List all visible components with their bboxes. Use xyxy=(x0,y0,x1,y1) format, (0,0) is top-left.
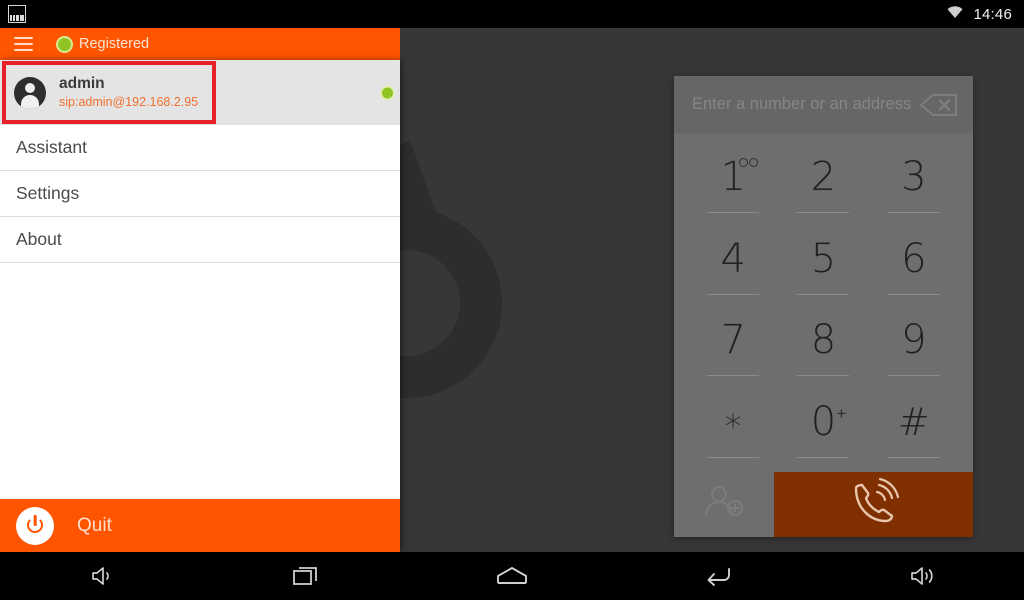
hamburger-menu-icon[interactable] xyxy=(14,37,33,51)
dialpad-key-glyph: * xyxy=(724,407,742,448)
volume-down-button[interactable] xyxy=(0,552,205,600)
quit-button[interactable]: Quit xyxy=(0,499,400,552)
sidebar-item-label: Assistant xyxy=(16,137,87,157)
sidebar-item-label: Settings xyxy=(16,183,80,203)
power-icon xyxy=(16,506,54,545)
voicemail-icon xyxy=(739,157,759,167)
dialpad-key-hash[interactable]: # xyxy=(869,386,959,468)
app-top-bar: Registered xyxy=(0,28,400,60)
dialpad-key-glyph: 0 xyxy=(810,399,837,446)
navigation-drawer: admin sip:admin@192.168.2.95 Assistant S… xyxy=(0,60,400,552)
status-bar-left-icons xyxy=(0,5,26,23)
user-avatar-icon xyxy=(14,76,46,109)
home-button[interactable] xyxy=(410,552,615,600)
dialpad-key-underline xyxy=(707,457,760,458)
dialpad-key-underline xyxy=(887,375,940,377)
account-row[interactable]: admin sip:admin@192.168.2.95 xyxy=(0,60,400,125)
dialpad-key-underline xyxy=(797,211,850,213)
dialpad-key-glyph: 8 xyxy=(810,317,837,364)
wifi-icon xyxy=(945,4,965,24)
dialpad-key-underline xyxy=(707,375,760,377)
android-status-bar: 14:46 xyxy=(0,0,1024,28)
sidebar-item-about[interactable]: About xyxy=(0,217,400,263)
dialpad-action-bar xyxy=(674,472,973,537)
recent-apps-icon xyxy=(292,564,322,588)
hamburger-line xyxy=(14,37,33,39)
dialpad-key-1[interactable]: 1 xyxy=(688,141,778,223)
sidebar-item-assistant[interactable]: Assistant xyxy=(0,125,400,171)
dialpad-key-underline xyxy=(887,457,940,458)
hamburger-line xyxy=(14,49,33,51)
dialpad-keys: 1 2 3 4 5 6 7 8 9 * 0 + # xyxy=(674,133,973,472)
account-text: admin sip:admin@192.168.2.95 xyxy=(59,75,198,109)
dialpad-key-4[interactable]: 4 xyxy=(688,223,778,305)
plus-superscript: + xyxy=(836,404,847,424)
dialpad-key-5[interactable]: 5 xyxy=(778,223,868,305)
dialpad-key-underline xyxy=(707,211,760,213)
quit-button-label: Quit xyxy=(77,514,112,536)
dialpad-key-star[interactable]: * xyxy=(688,386,778,468)
registration-status-dot xyxy=(58,37,71,51)
back-icon xyxy=(702,565,732,587)
android-navigation-bar xyxy=(0,552,1024,600)
dialpad-key-2[interactable]: 2 xyxy=(778,141,868,223)
registration-status-label: Registered xyxy=(79,36,150,52)
dialpad-key-3[interactable]: 3 xyxy=(869,141,959,223)
dialpad-panel: 12 3 4 5 6 7 8 9 * 0+ # xyxy=(674,76,973,537)
dialpad-key-underline xyxy=(887,293,940,295)
dialpad-key-glyph: 3 xyxy=(901,153,927,200)
dialpad-key-glyph: # xyxy=(897,400,930,445)
dialpad-key-glyph: 6 xyxy=(901,235,927,282)
dialpad-key-glyph: 2 xyxy=(810,153,837,200)
app-main-area: 12 3 4 5 6 7 8 9 * 0+ # xyxy=(0,28,1024,552)
backspace-erase-icon[interactable] xyxy=(919,93,959,117)
dialpad-key-glyph: 4 xyxy=(720,235,746,282)
add-contact-icon xyxy=(702,484,746,525)
volume-up-icon xyxy=(908,565,936,587)
call-phone-icon xyxy=(847,477,901,531)
dialpad-key-underline xyxy=(797,457,850,458)
account-name: admin xyxy=(59,75,105,93)
call-button[interactable] xyxy=(774,472,973,537)
volume-down-icon xyxy=(89,565,115,587)
hamburger-line xyxy=(14,43,33,45)
device-screen: 14:46 Enter a number or an address 1 2 3… xyxy=(0,0,1024,600)
dialpad-key-8[interactable]: 8 xyxy=(778,305,868,387)
account-sip-address: sip:admin@192.168.2.95 xyxy=(59,95,199,110)
status-bar-right-items: 14:46 xyxy=(945,4,1024,24)
recent-apps-button[interactable] xyxy=(205,552,410,600)
dial-number-input[interactable] xyxy=(692,95,919,114)
add-contact-button[interactable] xyxy=(674,472,774,537)
registration-status: Registered xyxy=(58,36,149,52)
screenshot-icon xyxy=(8,5,26,23)
dialpad-key-glyph: 5 xyxy=(810,235,837,282)
dialpad-key-6[interactable]: 6 xyxy=(869,223,959,305)
status-bar-clock: 14:46 xyxy=(973,5,1012,23)
dialpad-key-glyph: 7 xyxy=(720,317,746,364)
dialpad-input-row xyxy=(674,76,973,133)
volume-up-button[interactable] xyxy=(819,552,1024,600)
dialpad-key-glyph: 9 xyxy=(901,317,927,364)
back-button[interactable] xyxy=(614,552,819,600)
online-status-dot xyxy=(382,87,393,98)
dialpad-key-underline xyxy=(797,293,850,295)
dialpad-key-underline xyxy=(887,211,940,213)
sidebar-item-settings[interactable]: Settings xyxy=(0,171,400,217)
dialpad-key-9[interactable]: 9 xyxy=(869,305,959,387)
dialpad-key-underline xyxy=(707,293,760,295)
dialpad-key-7[interactable]: 7 xyxy=(688,305,778,387)
home-icon xyxy=(495,565,529,587)
dialpad-key-0[interactable]: 0 + xyxy=(778,386,868,468)
sidebar-item-label: About xyxy=(16,229,62,249)
dialpad-key-underline xyxy=(797,375,850,377)
